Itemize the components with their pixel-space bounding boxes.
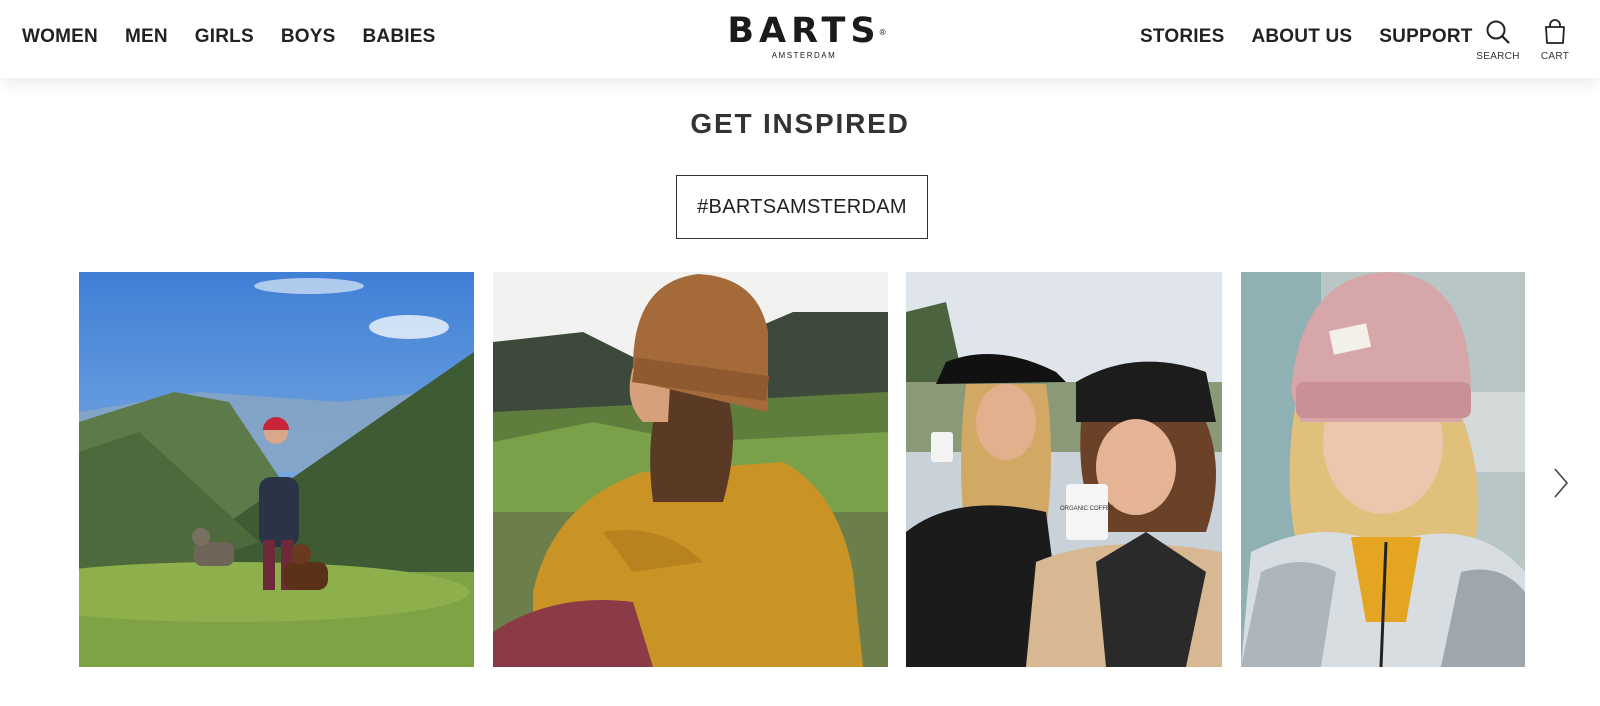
secondary-nav: STORIES ABOUT US SUPPORT xyxy=(1140,26,1473,48)
nav-men[interactable]: MEN xyxy=(125,26,168,48)
registered-mark: ® xyxy=(878,28,887,37)
section-title: GET INSPIRED xyxy=(690,108,910,139)
chevron-right-icon xyxy=(1554,468,1569,498)
nav-babies[interactable]: BABIES xyxy=(362,26,435,48)
gallery-photo-hiker-dogs[interactable] xyxy=(79,272,474,667)
nav-about-us[interactable]: ABOUT US xyxy=(1251,26,1352,48)
photo-pink-beanie xyxy=(1241,272,1525,667)
cup-label: ORGANIC COFFEE xyxy=(1060,506,1114,512)
photo-mountain-view xyxy=(493,272,888,667)
nav-stories[interactable]: STORIES xyxy=(1140,26,1224,48)
carousel-next-button[interactable] xyxy=(1549,463,1573,503)
brand-logo[interactable]: BARTS ® AMSTERDAM xyxy=(724,10,887,60)
search-button[interactable]: SEARCH xyxy=(1474,19,1522,62)
gallery-photo-coffee-friends[interactable]: ORGANIC COFFEE xyxy=(906,272,1222,667)
logo-subtitle: AMSTERDAM xyxy=(771,51,837,60)
search-icon xyxy=(1486,20,1510,44)
hashtag-button[interactable]: #BARTSAMSTERDAM xyxy=(676,175,928,239)
cart-icon xyxy=(1545,19,1565,44)
nav-girls[interactable]: GIRLS xyxy=(195,26,254,48)
nav-women[interactable]: WOMEN xyxy=(22,26,98,48)
search-label: SEARCH xyxy=(1476,51,1520,62)
coffee-cup xyxy=(1066,484,1108,540)
site-header: WOMEN MEN GIRLS BOYS BABIES BARTS ® AMST… xyxy=(0,0,1600,78)
nav-support[interactable]: SUPPORT xyxy=(1379,26,1472,48)
nav-boys[interactable]: BOYS xyxy=(281,26,336,48)
cart-label: CART xyxy=(1540,51,1570,62)
photo-hiker-dogs xyxy=(79,272,474,667)
gallery-photo-mountain-view[interactable] xyxy=(493,272,888,667)
logo-wordmark: BARTS xyxy=(727,11,881,51)
gallery-photo-pink-beanie[interactable] xyxy=(1241,272,1525,667)
cart-button[interactable]: CART xyxy=(1534,19,1576,62)
primary-nav: WOMEN MEN GIRLS BOYS BABIES xyxy=(22,26,435,48)
photo-coffee-friends: ORGANIC COFFEE xyxy=(906,272,1222,667)
